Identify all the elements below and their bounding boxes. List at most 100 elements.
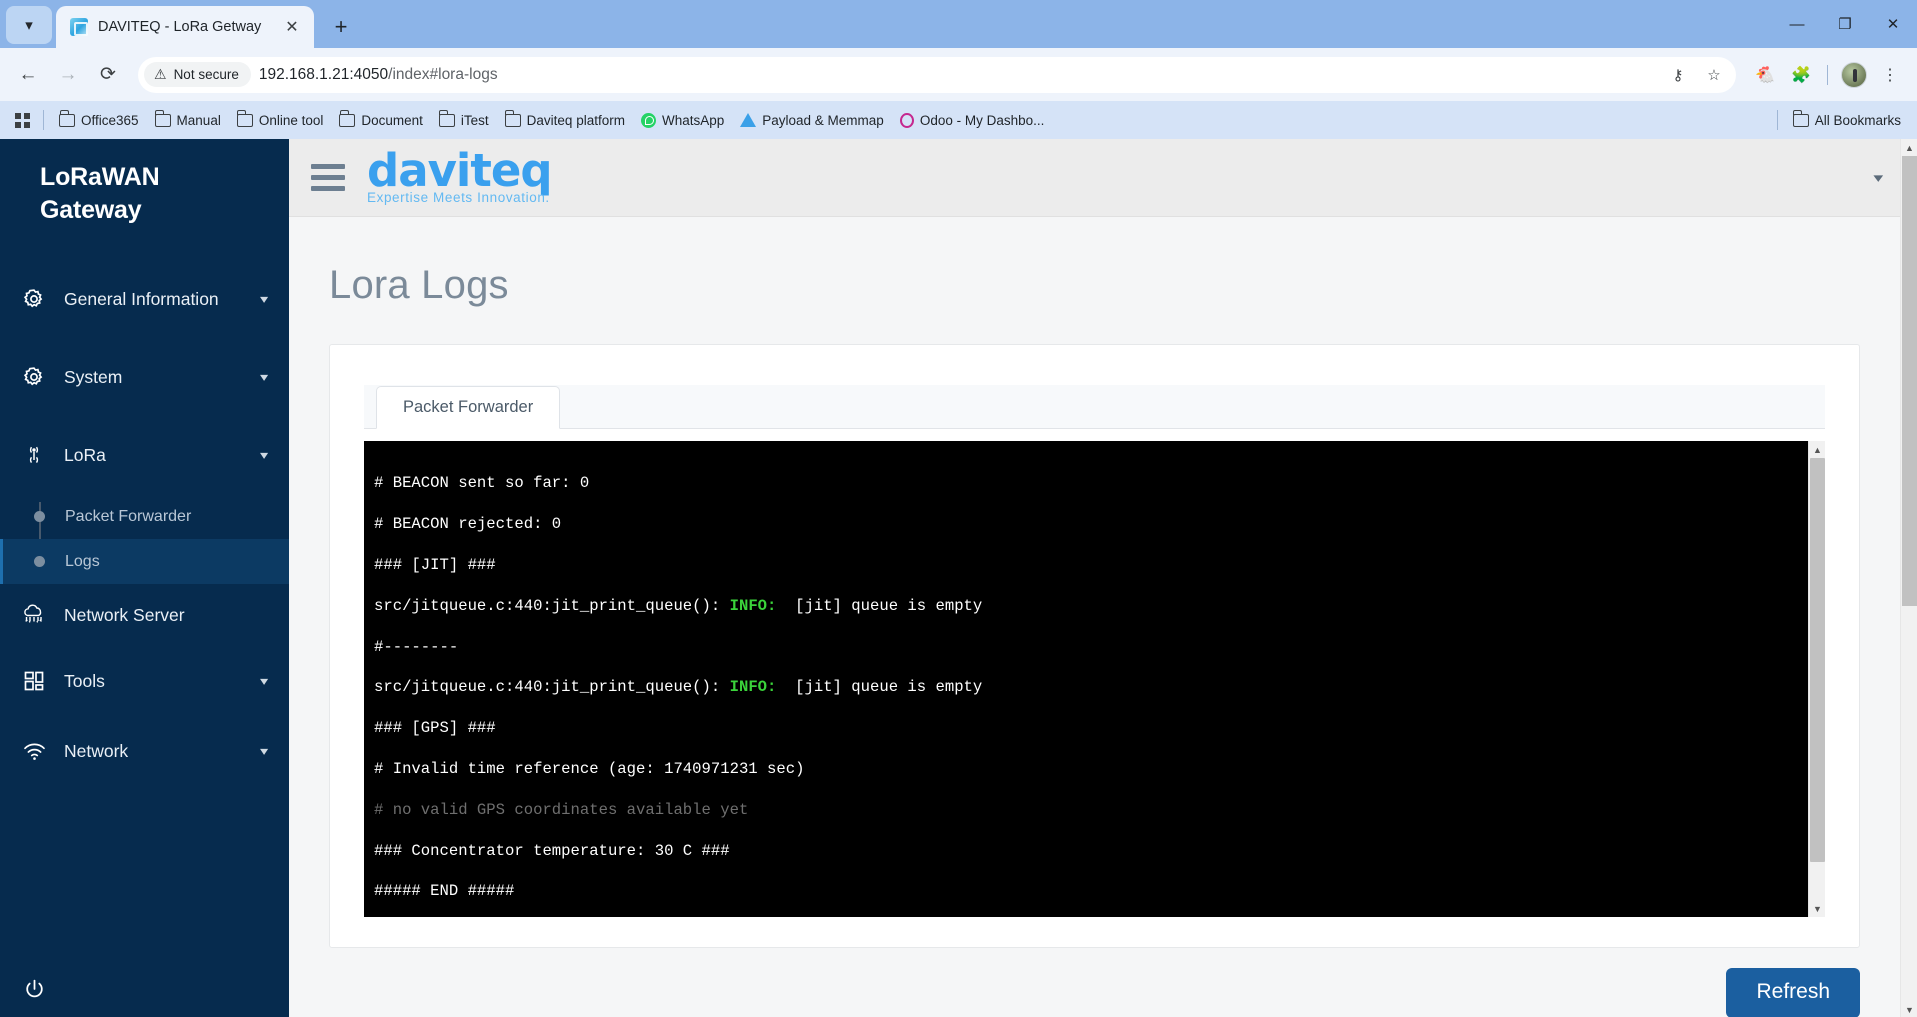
bookmark-label: Office365: [81, 112, 139, 128]
scrollbar-thumb[interactable]: [1810, 458, 1825, 862]
sidebar-item-system[interactable]: System ▾: [0, 338, 289, 416]
toolbar-divider: [1827, 64, 1828, 85]
sidebar-item-label: Tools: [64, 670, 105, 691]
sidebar-item-network-server[interactable]: Network Server: [0, 584, 289, 646]
password-key-icon[interactable]: ⚷: [1664, 61, 1692, 89]
sidebar-item-logs[interactable]: Logs: [0, 539, 289, 584]
sidebar-nav: General Information ▾ System ▾ LoRa ▾ Pa…: [0, 260, 289, 786]
log-line: #--------: [374, 637, 459, 656]
bookmark-star-icon[interactable]: ☆: [1700, 61, 1728, 89]
antenna-icon: [20, 443, 48, 467]
sidebar-item-general-information[interactable]: General Information ▾: [0, 260, 289, 338]
folder-icon: [339, 110, 356, 127]
power-icon: [26, 979, 43, 997]
logo-text: daviteq: [367, 143, 553, 197]
bookmark-online-tool[interactable]: Online tool: [229, 109, 332, 132]
address-bar[interactable]: ⚠ Not secure 192.168.1.21:4050/index#lor…: [138, 56, 1736, 93]
brand-line-2: Gateway: [40, 195, 142, 224]
chevron-down-icon[interactable]: ▾: [260, 448, 268, 462]
sidebar-item-packet-forwarder[interactable]: Packet Forwarder: [0, 494, 289, 539]
browser-tab[interactable]: DAVITEQ - LoRa Getway ✕: [56, 6, 314, 48]
bookmark-label: WhatsApp: [661, 112, 725, 128]
log-line: # no valid GPS coordinates available yet: [374, 800, 749, 819]
url-text[interactable]: 192.168.1.21:4050/index#lora-logs: [259, 66, 1656, 84]
bookmark-label: Online tool: [258, 112, 324, 128]
scroll-down-icon[interactable]: ▼: [1809, 900, 1826, 917]
extensions-puzzle-icon[interactable]: 🧩: [1784, 58, 1818, 92]
folder-icon: [438, 110, 455, 127]
bookmark-daviteq-platform[interactable]: Daviteq platform: [497, 109, 633, 132]
power-button[interactable]: [0, 960, 289, 1017]
folder-icon: [59, 110, 75, 127]
hamburger-menu-icon[interactable]: [311, 164, 345, 191]
all-bookmarks-button[interactable]: All Bookmarks: [1785, 109, 1909, 132]
gear-icon: [20, 365, 48, 389]
bookmark-payload-memmap[interactable]: Payload & Memmap: [732, 109, 892, 132]
whatsapp-icon: [640, 112, 656, 128]
close-icon[interactable]: ✕: [280, 15, 304, 39]
scroll-down-icon[interactable]: ▼: [1901, 1001, 1917, 1017]
sidebar-brand: LoRaWAN Gateway: [0, 139, 289, 226]
bookmark-label: Document: [361, 112, 423, 128]
tab-packet-forwarder[interactable]: Packet Forwarder: [376, 386, 561, 429]
maximize-icon[interactable]: ❐: [1821, 0, 1869, 48]
chevron-down-icon[interactable]: ▾: [1874, 170, 1884, 186]
terminal-wrapper: # BEACON sent so far: 0 # BEACON rejecte…: [364, 441, 1825, 917]
site-security-badge[interactable]: ⚠ Not secure: [144, 62, 251, 87]
chevron-down-icon[interactable]: ▾: [260, 370, 268, 384]
sidebar-item-tools[interactable]: Tools ▾: [0, 646, 289, 716]
close-window-icon[interactable]: ✕: [1869, 0, 1917, 48]
tab-title: DAVITEQ - LoRa Getway: [98, 19, 262, 35]
scroll-up-icon[interactable]: ▲: [1901, 139, 1917, 156]
bookmark-whatsapp[interactable]: WhatsApp: [633, 109, 732, 132]
apps-grid-icon[interactable]: [8, 107, 36, 133]
security-label: Not secure: [173, 67, 239, 82]
sidebar-item-lora[interactable]: LoRa ▾: [0, 416, 289, 494]
odoo-icon: [899, 112, 914, 128]
bookmark-odoo[interactable]: Odoo - My Dashbo...: [892, 109, 1053, 132]
bookmark-office365[interactable]: Office365: [51, 109, 147, 132]
terminal-scrollbar[interactable]: ▲ ▼: [1808, 441, 1825, 917]
bookmark-document[interactable]: Document: [331, 109, 431, 132]
bullet-icon: [34, 511, 45, 522]
folder-icon: [1792, 110, 1809, 127]
grid-squares-icon: [20, 669, 48, 693]
new-tab-button[interactable]: +: [324, 10, 358, 44]
url-host: 192.168.1.21:4050: [258, 65, 389, 83]
bookmark-manual[interactable]: Manual: [147, 109, 229, 132]
all-bookmarks-area: All Bookmarks: [1770, 109, 1909, 132]
bookmark-label: Manual: [176, 112, 221, 128]
reload-icon[interactable]: ⟳: [90, 57, 126, 93]
extension-mouse-icon[interactable]: 🐔: [1748, 58, 1782, 92]
forward-icon[interactable]: →: [50, 57, 86, 93]
bookmark-label: iTest: [460, 112, 489, 128]
page-scrollbar[interactable]: ▲ ▼: [1900, 139, 1917, 1017]
app-header: daviteq Expertise Meets Innovation. ▾: [289, 139, 1900, 217]
log-line: ### [GPS] ###: [374, 719, 496, 738]
minimize-icon[interactable]: —: [1773, 0, 1821, 48]
toolbar-right-icons: 🐔 🧩 ⋮: [1748, 58, 1907, 92]
profile-avatar[interactable]: [1837, 58, 1871, 92]
back-icon[interactable]: ←: [10, 57, 46, 93]
log-line: ### [JIT] ###: [374, 556, 496, 574]
chevron-down-icon[interactable]: ▾: [260, 674, 268, 688]
bookmark-itest[interactable]: iTest: [431, 109, 497, 132]
content-scroll-area: Lora Logs Packet Forwarder # BEACON sent…: [289, 217, 1900, 1017]
log-terminal[interactable]: # BEACON sent so far: 0 # BEACON rejecte…: [364, 441, 1808, 917]
sidebar-submenu-lora: Packet Forwarder Logs: [0, 494, 289, 584]
chevron-down-icon[interactable]: ▾: [260, 744, 268, 758]
refresh-button[interactable]: Refresh: [1726, 968, 1860, 1017]
tab-bar: Packet Forwarder: [364, 385, 1825, 429]
folder-icon: [236, 110, 253, 127]
scroll-up-icon[interactable]: ▲: [1809, 441, 1826, 458]
sidebar-item-network[interactable]: Network ▾: [0, 716, 289, 786]
chevron-down-icon[interactable]: ▾: [260, 292, 268, 306]
all-bookmarks-label: All Bookmarks: [1814, 112, 1901, 128]
chrome-menu-icon[interactable]: ⋮: [1873, 58, 1907, 92]
log-level-info: INFO:: [729, 596, 777, 615]
page-title: Lora Logs: [329, 263, 509, 307]
log-line: # Invalid time reference (age: 174097123…: [374, 759, 805, 778]
tab-search-chevron-icon[interactable]: ▾: [6, 6, 52, 44]
scrollbar-thumb[interactable]: [1902, 156, 1917, 606]
tab-strip: ▾ DAVITEQ - LoRa Getway ✕ + — ❐ ✕: [0, 0, 1917, 48]
